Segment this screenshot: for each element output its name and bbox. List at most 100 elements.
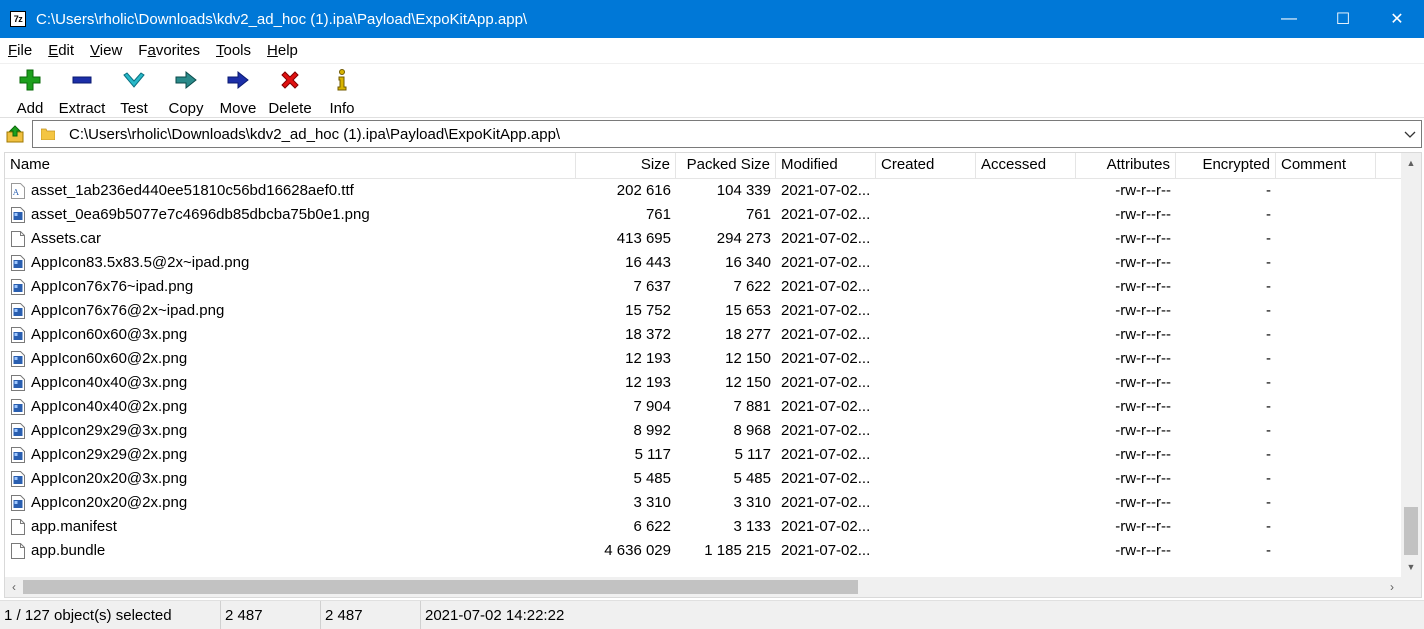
- file-name: AppIcon40x40@3x.png: [31, 374, 188, 391]
- table-row[interactable]: Aasset_1ab236ed440ee51810c56bd16628aef0.…: [5, 179, 1401, 203]
- address-row: C:\Users\rholic\Downloads\kdv2_ad_hoc (1…: [0, 118, 1424, 150]
- table-row[interactable]: AppIcon60x60@2x.png 12 193 12 150 2021-07-0…: [5, 347, 1401, 371]
- image-file-icon: [11, 255, 31, 271]
- menu-view-accel: V: [90, 41, 100, 59]
- test-button[interactable]: Test: [108, 64, 160, 118]
- move-button[interactable]: Move: [212, 64, 264, 118]
- cell-encrypted: -: [1266, 254, 1271, 271]
- cell-created: [876, 419, 976, 443]
- file-name: app.manifest: [31, 518, 117, 535]
- copy-button[interactable]: Copy: [160, 64, 212, 118]
- minimize-button[interactable]: —: [1262, 0, 1316, 38]
- scroll-up-icon[interactable]: ▲: [1401, 153, 1421, 173]
- table-row[interactable]: AppIcon40x40@2x.png 7 904 7 881 2021-07-02.…: [5, 395, 1401, 419]
- cell-comment: [1276, 179, 1376, 203]
- table-row[interactable]: AppIcon29x29@2x.png 5 117 5 117 2021-07-02.…: [5, 443, 1401, 467]
- cell-size: 12 193: [625, 350, 671, 367]
- cell-accessed: [976, 491, 1076, 515]
- table-row[interactable]: AppIcon20x20@2x.png 3 310 3 310 2021-07-02.…: [5, 491, 1401, 515]
- scroll-left-icon[interactable]: ‹: [5, 577, 23, 597]
- cell-size: 5 117: [634, 446, 671, 463]
- svg-text:A: A: [12, 188, 19, 197]
- close-button[interactable]: ✕: [1370, 0, 1424, 38]
- cell-attributes: -rw-r--r--: [1115, 230, 1171, 247]
- cell-modified: 2021-07-02...: [781, 542, 871, 559]
- column-modified[interactable]: Modified: [776, 153, 876, 179]
- address-bar[interactable]: C:\Users\rholic\Downloads\kdv2_ad_hoc (1…: [32, 120, 1422, 148]
- menu-help-rest: elp: [277, 41, 298, 59]
- vertical-scroll-thumb[interactable]: [1404, 507, 1418, 555]
- column-size[interactable]: Size: [576, 153, 676, 179]
- horizontal-scroll-thumb[interactable]: [23, 580, 858, 594]
- table-row[interactable]: AppIcon76x76@2x~ipad.png 15 752 15 653 2021…: [5, 299, 1401, 323]
- cell-created: [876, 323, 976, 347]
- cell-attributes: -rw-r--r--: [1115, 542, 1171, 559]
- extract-button[interactable]: Extract: [56, 64, 108, 118]
- column-created[interactable]: Created: [876, 153, 976, 179]
- menu-view[interactable]: View: [82, 38, 130, 64]
- vertical-scrollbar[interactable]: ▲ ▼: [1401, 153, 1421, 577]
- cell-attributes: -rw-r--r--: [1115, 446, 1171, 463]
- table-row[interactable]: asset_0ea69b5077e7c4696db85dbcba75b0e1.p…: [5, 203, 1401, 227]
- scroll-right-icon[interactable]: ›: [1383, 577, 1401, 597]
- column-encrypted[interactable]: Encrypted: [1176, 153, 1276, 179]
- menu-help[interactable]: Help: [259, 38, 306, 64]
- cell-created: [876, 179, 976, 203]
- cell-name: AppIcon60x60@2x.png: [5, 347, 576, 371]
- cell-accessed: [976, 347, 1076, 371]
- cell-encrypted: -: [1266, 326, 1271, 343]
- status-bar: 1 / 127 object(s) selected 2 487 2 487 2…: [0, 600, 1424, 629]
- delete-button[interactable]: Delete: [264, 64, 316, 118]
- folder-icon: [41, 128, 55, 140]
- column-packed-size[interactable]: Packed Size: [676, 153, 776, 179]
- menu-favorites[interactable]: Favorites: [130, 38, 208, 64]
- table-row[interactable]: AppIcon76x76~ipad.png 7 637 7 622 2021-07-0…: [5, 275, 1401, 299]
- table-row[interactable]: AppIcon83.5x83.5@2x~ipad.png 16 443 16 340…: [5, 251, 1401, 275]
- horizontal-scrollbar[interactable]: ‹ ›: [5, 577, 1401, 597]
- cell-encrypted: -: [1266, 446, 1271, 463]
- table-row[interactable]: AppIcon29x29@3x.png 8 992 8 968 2021-07-02.…: [5, 419, 1401, 443]
- menu-favorites-rest: vorites: [155, 41, 200, 59]
- info-button[interactable]: Info: [316, 64, 368, 118]
- column-comment[interactable]: Comment: [1276, 153, 1376, 179]
- file-name: AppIcon60x60@2x.png: [31, 350, 188, 367]
- chevron-down-icon[interactable]: [1403, 127, 1417, 141]
- menu-view-rest: iew: [99, 41, 123, 59]
- cell-encrypted: -: [1266, 302, 1271, 319]
- maximize-button[interactable]: ☐: [1316, 0, 1370, 38]
- menu-edit[interactable]: Edit: [40, 38, 82, 64]
- plus-icon: [18, 68, 42, 92]
- menu-bar: File Edit View Favorites Tools Help: [0, 38, 1424, 64]
- cell-accessed: [976, 179, 1076, 203]
- column-accessed[interactable]: Accessed: [976, 153, 1076, 179]
- table-row[interactable]: AppIcon60x60@3x.png 18 372 18 277 2021-07-0…: [5, 323, 1401, 347]
- cell-comment: [1276, 203, 1376, 227]
- table-row[interactable]: AppIcon20x20@3x.png 5 485 5 485 2021-07-02.…: [5, 467, 1401, 491]
- table-row[interactable]: AppIcon40x40@3x.png 12 193 12 150 2021-07-0…: [5, 371, 1401, 395]
- add-button[interactable]: Add: [4, 64, 56, 118]
- table-row[interactable]: Assets.car 413 695 294 273 2021-07-02... -rw…: [5, 227, 1401, 251]
- table-row[interactable]: app.bundle 4 636 029 1 185 215 2021-07-02..…: [5, 539, 1401, 563]
- menu-tools-accel: T: [216, 41, 224, 59]
- file-name: AppIcon29x29@2x.png: [31, 446, 188, 463]
- menu-tools[interactable]: Tools: [208, 38, 259, 64]
- column-attributes[interactable]: Attributes: [1076, 153, 1176, 179]
- file-name: AppIcon20x20@2x.png: [31, 494, 188, 511]
- column-name[interactable]: Name: [5, 153, 576, 179]
- file-name: AppIcon20x20@3x.png: [31, 470, 188, 487]
- menu-edit-rest: dit: [58, 41, 75, 59]
- column-extra[interactable]: [1376, 153, 1401, 179]
- table-row[interactable]: app.manifest 6 622 3 133 2021-07-02... -rw-r…: [5, 515, 1401, 539]
- cell-name: AppIcon40x40@3x.png: [5, 371, 576, 395]
- scroll-down-icon[interactable]: ▼: [1401, 557, 1421, 577]
- cell-comment: [1276, 419, 1376, 443]
- extract-label: Extract: [58, 100, 106, 117]
- menu-file[interactable]: File: [0, 38, 40, 64]
- cell-accessed: [976, 299, 1076, 323]
- cell-encrypted: -: [1266, 350, 1271, 367]
- cell-attributes: -rw-r--r--: [1115, 326, 1171, 343]
- cell-attributes: -rw-r--r--: [1115, 302, 1171, 319]
- cell-size: 12 193: [625, 374, 671, 391]
- image-file-icon: [11, 495, 31, 511]
- up-folder-button[interactable]: [4, 123, 26, 145]
